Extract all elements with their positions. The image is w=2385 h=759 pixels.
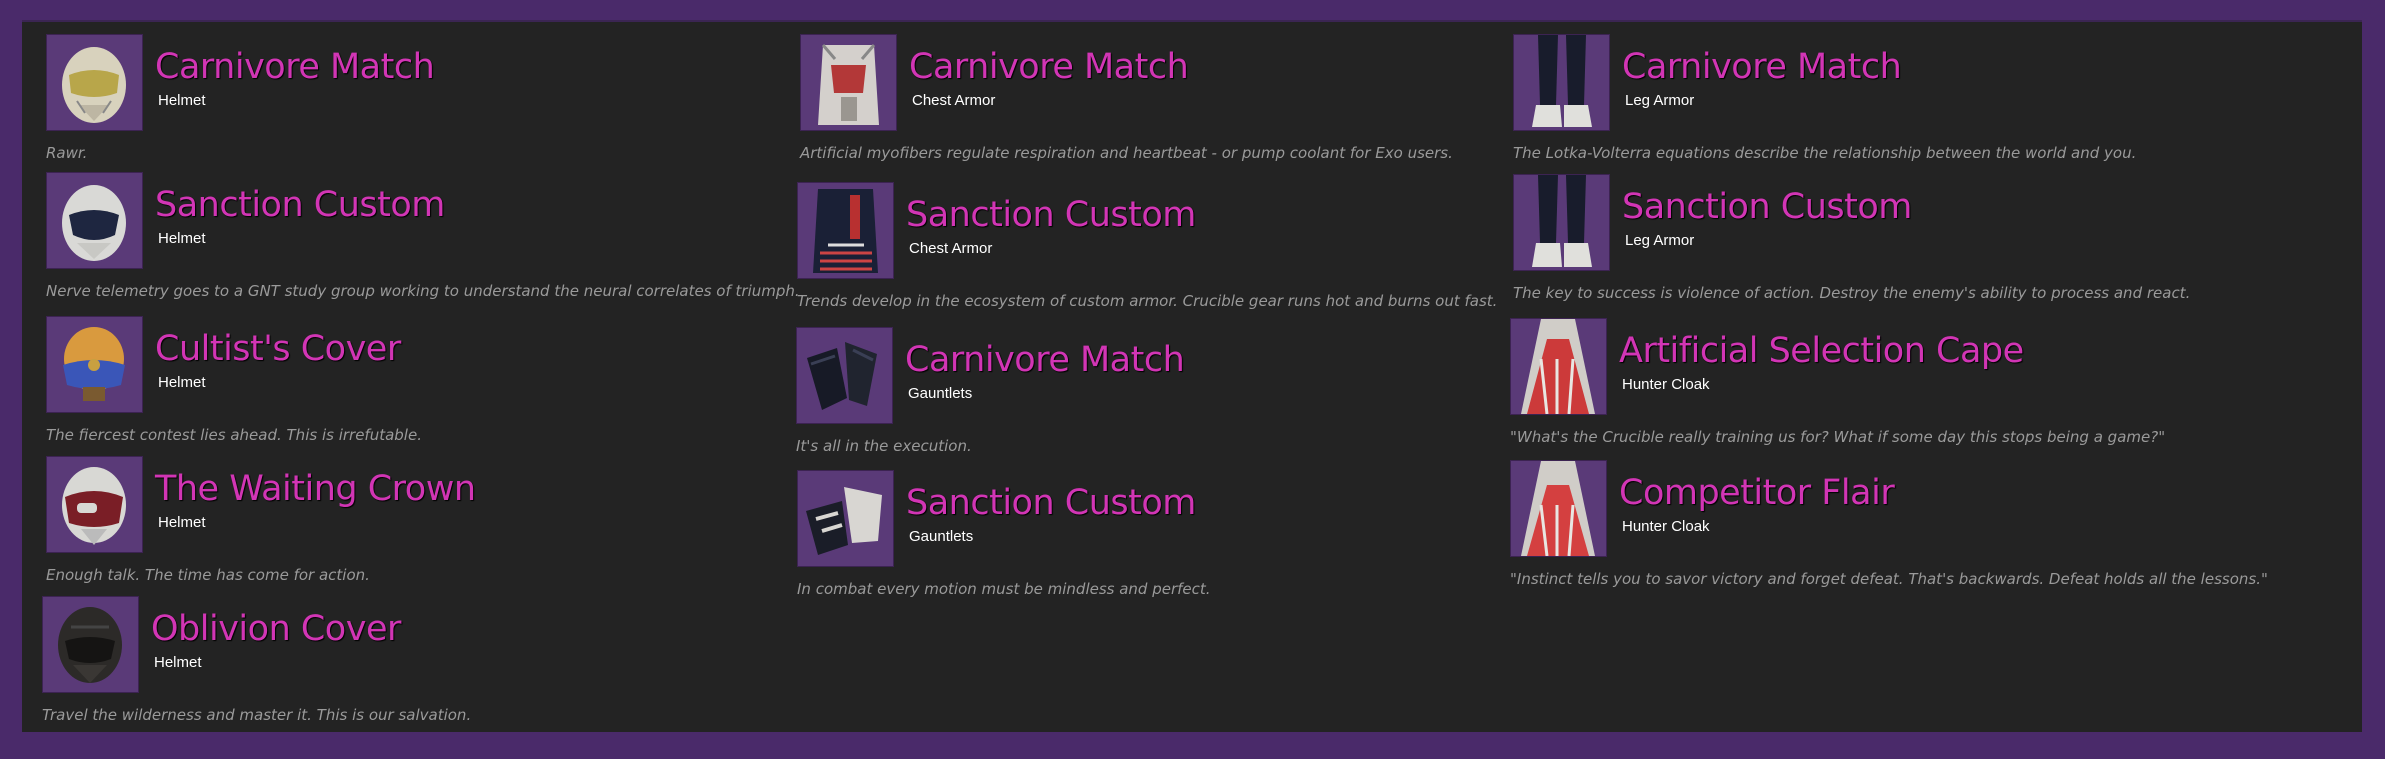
cloak-icon — [1510, 460, 1607, 557]
item-type: Hunter Cloak — [1622, 376, 1710, 393]
item-description: Rawr. — [46, 144, 88, 162]
item-type: Leg Armor — [1625, 92, 1695, 109]
item-type: Leg Armor — [1625, 232, 1695, 249]
item-name: Sanction Custom — [906, 195, 1196, 235]
leg-armor-icon — [1513, 34, 1610, 131]
item-name: The Waiting Crown — [155, 469, 476, 509]
item-description: "What's the Crucible really training us … — [1510, 428, 2166, 446]
item-description: Travel the wilderness and master it. Thi… — [42, 706, 472, 724]
item-type: Helmet — [158, 374, 206, 391]
item-name: Sanction Custom — [155, 185, 445, 225]
helmet-icon — [46, 34, 143, 131]
item-name: Oblivion Cover — [151, 609, 401, 649]
item-name: Cultist's Cover — [155, 329, 401, 369]
item-description: "Instinct tells you to savor victory and… — [1510, 570, 2268, 588]
item-type: Helmet — [154, 654, 202, 671]
helmet-icon — [46, 172, 143, 269]
item-description: It's all in the execution. — [796, 437, 972, 455]
item-description: Enough talk. The time has come for actio… — [46, 566, 370, 584]
gauntlets-icon — [797, 470, 894, 567]
item-type: Helmet — [158, 92, 206, 109]
cloak-icon — [1510, 318, 1607, 415]
chest-armor-icon — [797, 182, 894, 279]
item-description: Nerve telemetry goes to a GNT study grou… — [46, 282, 800, 300]
page-frame: Carnivore Match Helmet Rawr. Sanction Cu… — [0, 0, 2385, 759]
item-type: Hunter Cloak — [1622, 518, 1710, 535]
helmet-icon — [42, 596, 139, 693]
item-name: Sanction Custom — [1622, 187, 1912, 227]
leg-armor-icon — [1513, 174, 1610, 271]
chest-armor-icon — [800, 34, 897, 131]
item-name: Artificial Selection Cape — [1619, 331, 2024, 371]
item-description: The Lotka-Volterra equations describe th… — [1513, 144, 2137, 162]
item-name: Carnivore Match — [909, 47, 1189, 87]
item-description: Trends develop in the ecosystem of custo… — [797, 292, 1498, 310]
item-name: Competitor Flair — [1619, 473, 1895, 513]
item-name: Carnivore Match — [155, 47, 435, 87]
item-name: Carnivore Match — [1622, 47, 1902, 87]
item-type: Gauntlets — [908, 385, 973, 402]
item-type: Helmet — [158, 230, 206, 247]
item-description: The fiercest contest lies ahead. This is… — [46, 426, 422, 444]
item-description: The key to success is violence of action… — [1513, 284, 2191, 302]
helmet-icon — [46, 316, 143, 413]
item-name: Carnivore Match — [905, 340, 1185, 380]
gear-panel: Carnivore Match Helmet Rawr. Sanction Cu… — [22, 20, 2362, 732]
item-description: In combat every motion must be mindless … — [797, 580, 1211, 598]
item-type: Gauntlets — [909, 528, 974, 545]
item-name: Sanction Custom — [906, 483, 1196, 523]
helmet-icon — [46, 456, 143, 553]
item-type: Chest Armor — [912, 92, 996, 109]
item-type: Helmet — [158, 514, 206, 531]
item-description: Artificial myofibers regulate respiratio… — [800, 144, 1453, 162]
item-type: Chest Armor — [909, 240, 993, 257]
gauntlets-icon — [796, 327, 893, 424]
